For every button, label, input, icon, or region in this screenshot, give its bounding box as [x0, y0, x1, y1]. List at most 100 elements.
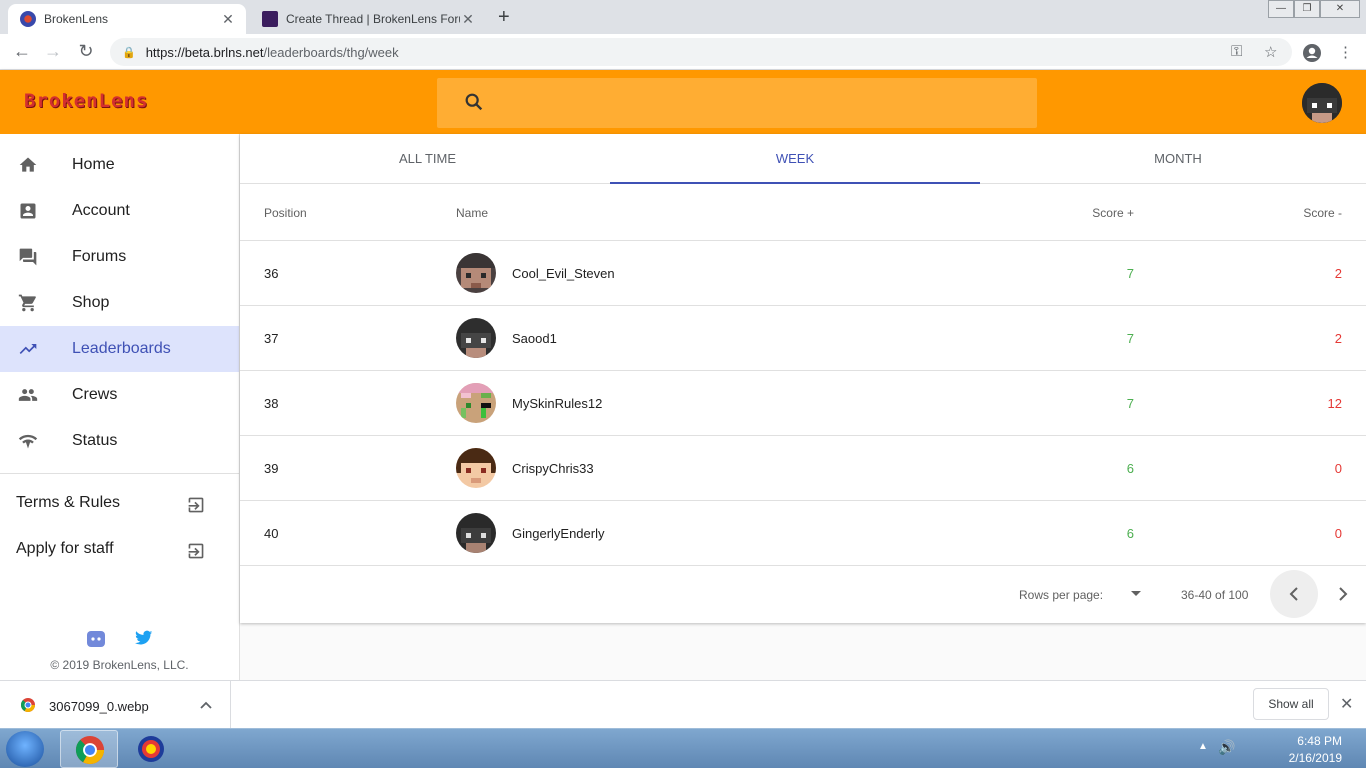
bookmark-star-icon[interactable]: ☆	[1264, 43, 1277, 61]
score-minus: 12	[1327, 396, 1342, 411]
sidebar-item-label: Home	[72, 156, 115, 173]
volume-icon[interactable]: 🔊	[1218, 739, 1235, 756]
row-position: 39	[264, 461, 279, 476]
url-host: https://beta.brlns.net	[145, 44, 264, 60]
signal-icon	[18, 434, 38, 449]
row-position: 36	[264, 266, 279, 281]
restore-window-icon[interactable]: ❐	[1294, 0, 1320, 18]
browser-tab-title: Create Thread | BrokenLens Forum	[286, 12, 460, 26]
key-icon[interactable]: ⚿	[1231, 43, 1242, 60]
score-minus: 2	[1334, 331, 1342, 346]
close-tab-icon[interactable]: ✕	[460, 11, 476, 28]
sidebar-item-crews[interactable]: Crews	[0, 372, 239, 418]
profile-icon[interactable]	[1302, 43, 1322, 63]
back-icon[interactable]: ←	[11, 41, 33, 62]
discord-icon[interactable]	[86, 630, 106, 648]
windows-start-button[interactable]	[6, 731, 44, 767]
column-header-score-plus[interactable]: Score +	[1092, 206, 1134, 220]
player-name[interactable]: MySkinRules12	[512, 396, 602, 411]
twitter-icon[interactable]	[135, 630, 153, 646]
sidebar-item-forums[interactable]: Forums	[0, 234, 239, 280]
sidebar-item-status[interactable]: Status	[0, 418, 239, 464]
next-page-button[interactable]	[1320, 570, 1366, 618]
tab-all-time[interactable]: ALL TIME	[240, 134, 615, 184]
table-row[interactable]: 37 Saood1 7 2	[240, 306, 1366, 371]
table-row[interactable]: 36 Cool_Evil_Steven 7 2	[240, 241, 1366, 306]
forum-icon	[19, 248, 37, 266]
exit-to-app-icon	[188, 543, 204, 559]
column-header-score-minus[interactable]: Score -	[1303, 206, 1342, 220]
table-row[interactable]: 38 MySkinRules12 7 12	[240, 371, 1366, 436]
browser-toolbar: ← → ↻ 🔒 https://beta.brlns.net/leaderboa…	[0, 34, 1366, 70]
table-row[interactable]: 39 CrispyChris33 6 0	[240, 436, 1366, 501]
sidebar-item-account[interactable]: Account	[0, 188, 239, 234]
player-name[interactable]: GingerlyEnderly	[512, 526, 605, 541]
chevron-up-icon[interactable]	[200, 700, 212, 710]
clock-date[interactable]: 2/16/2019	[1289, 751, 1342, 765]
sidebar-link-apply-staff[interactable]: Apply for staff	[16, 540, 206, 564]
row-position: 38	[264, 396, 279, 411]
sidebar-item-leaderboards[interactable]: Leaderboards	[0, 326, 239, 372]
column-header-name[interactable]: Name	[456, 206, 488, 220]
download-shelf: 3067099_0.webp Show all ✕	[0, 680, 1366, 729]
sidebar-item-shop[interactable]: Shop	[0, 280, 239, 326]
table-row[interactable]: 40 GingerlyEnderly 6 0	[240, 501, 1366, 566]
user-avatar[interactable]	[1302, 83, 1342, 123]
sidebar-item-label: Leaderboards	[72, 340, 171, 357]
column-header-position[interactable]: Position	[264, 206, 307, 220]
chrome-icon	[75, 735, 105, 765]
sidebar-item-label: Crews	[72, 386, 118, 403]
player-name[interactable]: CrispyChris33	[512, 461, 594, 476]
score-plus: 7	[1126, 331, 1134, 346]
player-avatar	[456, 448, 496, 488]
forward-icon[interactable]: →	[42, 41, 64, 62]
copyright-text: © 2019 BrokenLens, LLC.	[50, 658, 189, 672]
chrome-file-icon	[20, 698, 35, 712]
trending-up-icon	[19, 344, 37, 354]
menu-kebab-icon[interactable]: ⋮	[1338, 43, 1353, 61]
player-name[interactable]: Saood1	[512, 331, 557, 346]
close-shelf-icon[interactable]: ✕	[1340, 694, 1353, 714]
sidebar-item-home[interactable]: Home	[0, 142, 239, 188]
home-icon	[19, 157, 37, 172]
previous-page-button[interactable]	[1270, 570, 1318, 618]
minimize-window-icon[interactable]: —	[1268, 0, 1294, 18]
row-position: 37	[264, 331, 279, 346]
show-all-button[interactable]: Show all	[1253, 688, 1329, 720]
reload-icon[interactable]: ↻	[75, 41, 97, 62]
tab-week[interactable]: WEEK	[610, 134, 980, 184]
exit-to-app-icon	[188, 497, 204, 513]
tray-expand-icon[interactable]: ▲	[1198, 741, 1208, 752]
sidebar-item-label: Shop	[72, 294, 110, 311]
score-minus: 0	[1334, 461, 1342, 476]
browser-tab-create-thread[interactable]: Create Thread | BrokenLens Forum ✕	[250, 4, 486, 34]
download-item[interactable]: 3067099_0.webp	[0, 681, 231, 729]
close-window-icon[interactable]: ✕	[1320, 0, 1360, 18]
new-tab-icon[interactable]: +	[498, 6, 510, 29]
tab-month[interactable]: MONTH	[990, 134, 1366, 184]
taskbar-chrome[interactable]	[60, 730, 118, 768]
site-logo[interactable]: BrokenLens	[24, 90, 148, 112]
player-avatar	[456, 383, 496, 423]
people-icon	[18, 389, 38, 401]
rows-per-page-dropdown-icon[interactable]	[1131, 591, 1141, 596]
row-position: 40	[264, 526, 279, 541]
main-content: ALL TIME WEEK MONTH Position Name Score …	[240, 134, 1366, 680]
score-plus: 6	[1126, 526, 1134, 541]
browser-tab-brokenlens[interactable]: BrokenLens ✕	[8, 4, 246, 34]
address-bar[interactable]: 🔒 https://beta.brlns.net/leaderboards/th…	[110, 38, 1292, 66]
taskbar-app-2[interactable]	[122, 730, 180, 768]
clock-time[interactable]: 6:48 PM	[1297, 734, 1342, 748]
sidebar-link-label: Apply for staff	[16, 540, 114, 557]
sidebar-item-label: Account	[72, 202, 130, 219]
search-input[interactable]	[497, 88, 1017, 118]
player-avatar	[456, 318, 496, 358]
browser-tab-title: BrokenLens	[44, 12, 109, 26]
search-bar[interactable]	[437, 78, 1037, 128]
sidebar-divider	[0, 473, 239, 474]
player-name[interactable]: Cool_Evil_Steven	[512, 266, 615, 281]
brokenlens-favicon-icon	[20, 11, 36, 27]
download-filename: 3067099_0.webp	[49, 699, 149, 714]
sidebar-link-terms[interactable]: Terms & Rules	[16, 494, 206, 518]
close-tab-icon[interactable]: ✕	[220, 11, 236, 28]
